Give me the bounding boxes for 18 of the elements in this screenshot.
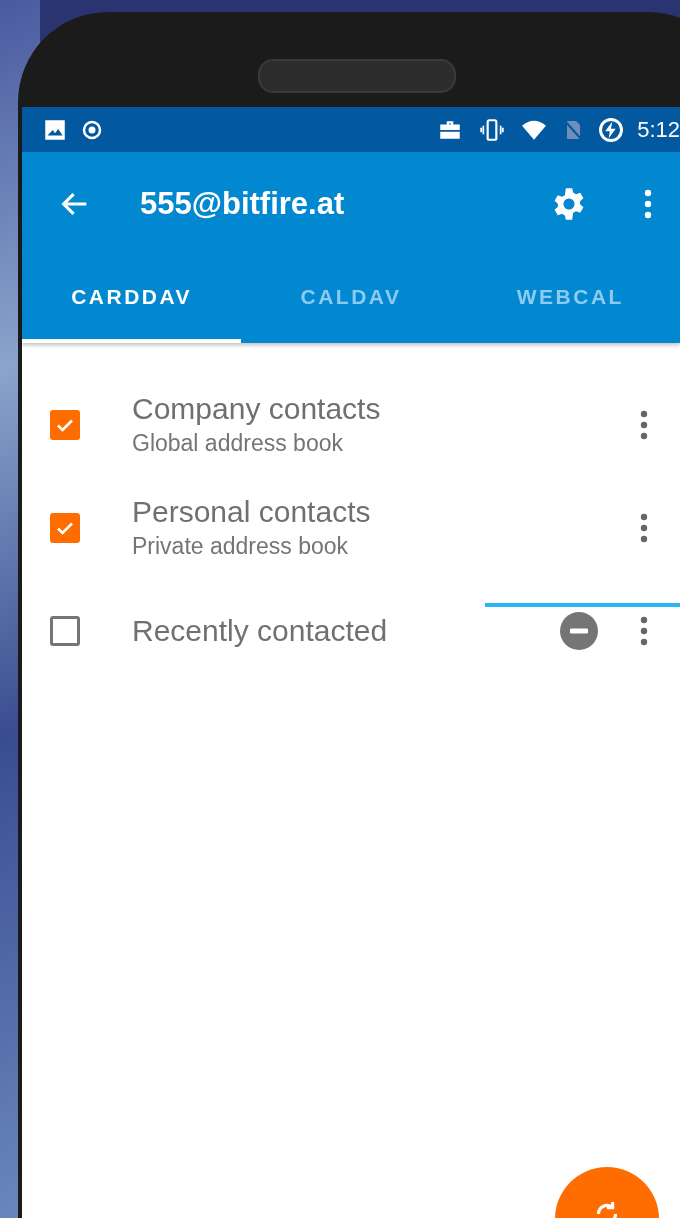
- tab[interactable]: CARDDAV: [22, 255, 242, 343]
- status-time: 5:12: [637, 116, 680, 143]
- checkbox[interactable]: [50, 615, 80, 646]
- checkbox[interactable]: [50, 512, 80, 543]
- address-book-title: Personal contacts: [132, 495, 372, 529]
- address-book-description: Private address book: [132, 533, 350, 560]
- more-options-icon[interactable]: [644, 188, 652, 219]
- tab[interactable]: WEBCAL: [460, 255, 680, 343]
- account-title: 555@bitfire.at: [140, 185, 346, 222]
- address-book-title: Company contacts: [132, 392, 382, 426]
- checkbox[interactable]: [50, 409, 80, 440]
- address-book-description: Global address book: [132, 430, 344, 457]
- address-book-title: Recently contacted: [132, 613, 389, 648]
- battery-charging-icon: [597, 115, 626, 144]
- more-options-icon[interactable]: [640, 615, 648, 646]
- more-options-icon[interactable]: [640, 409, 648, 440]
- tab[interactable]: CALDAV: [241, 255, 461, 343]
- more-options-icon[interactable]: [640, 512, 648, 543]
